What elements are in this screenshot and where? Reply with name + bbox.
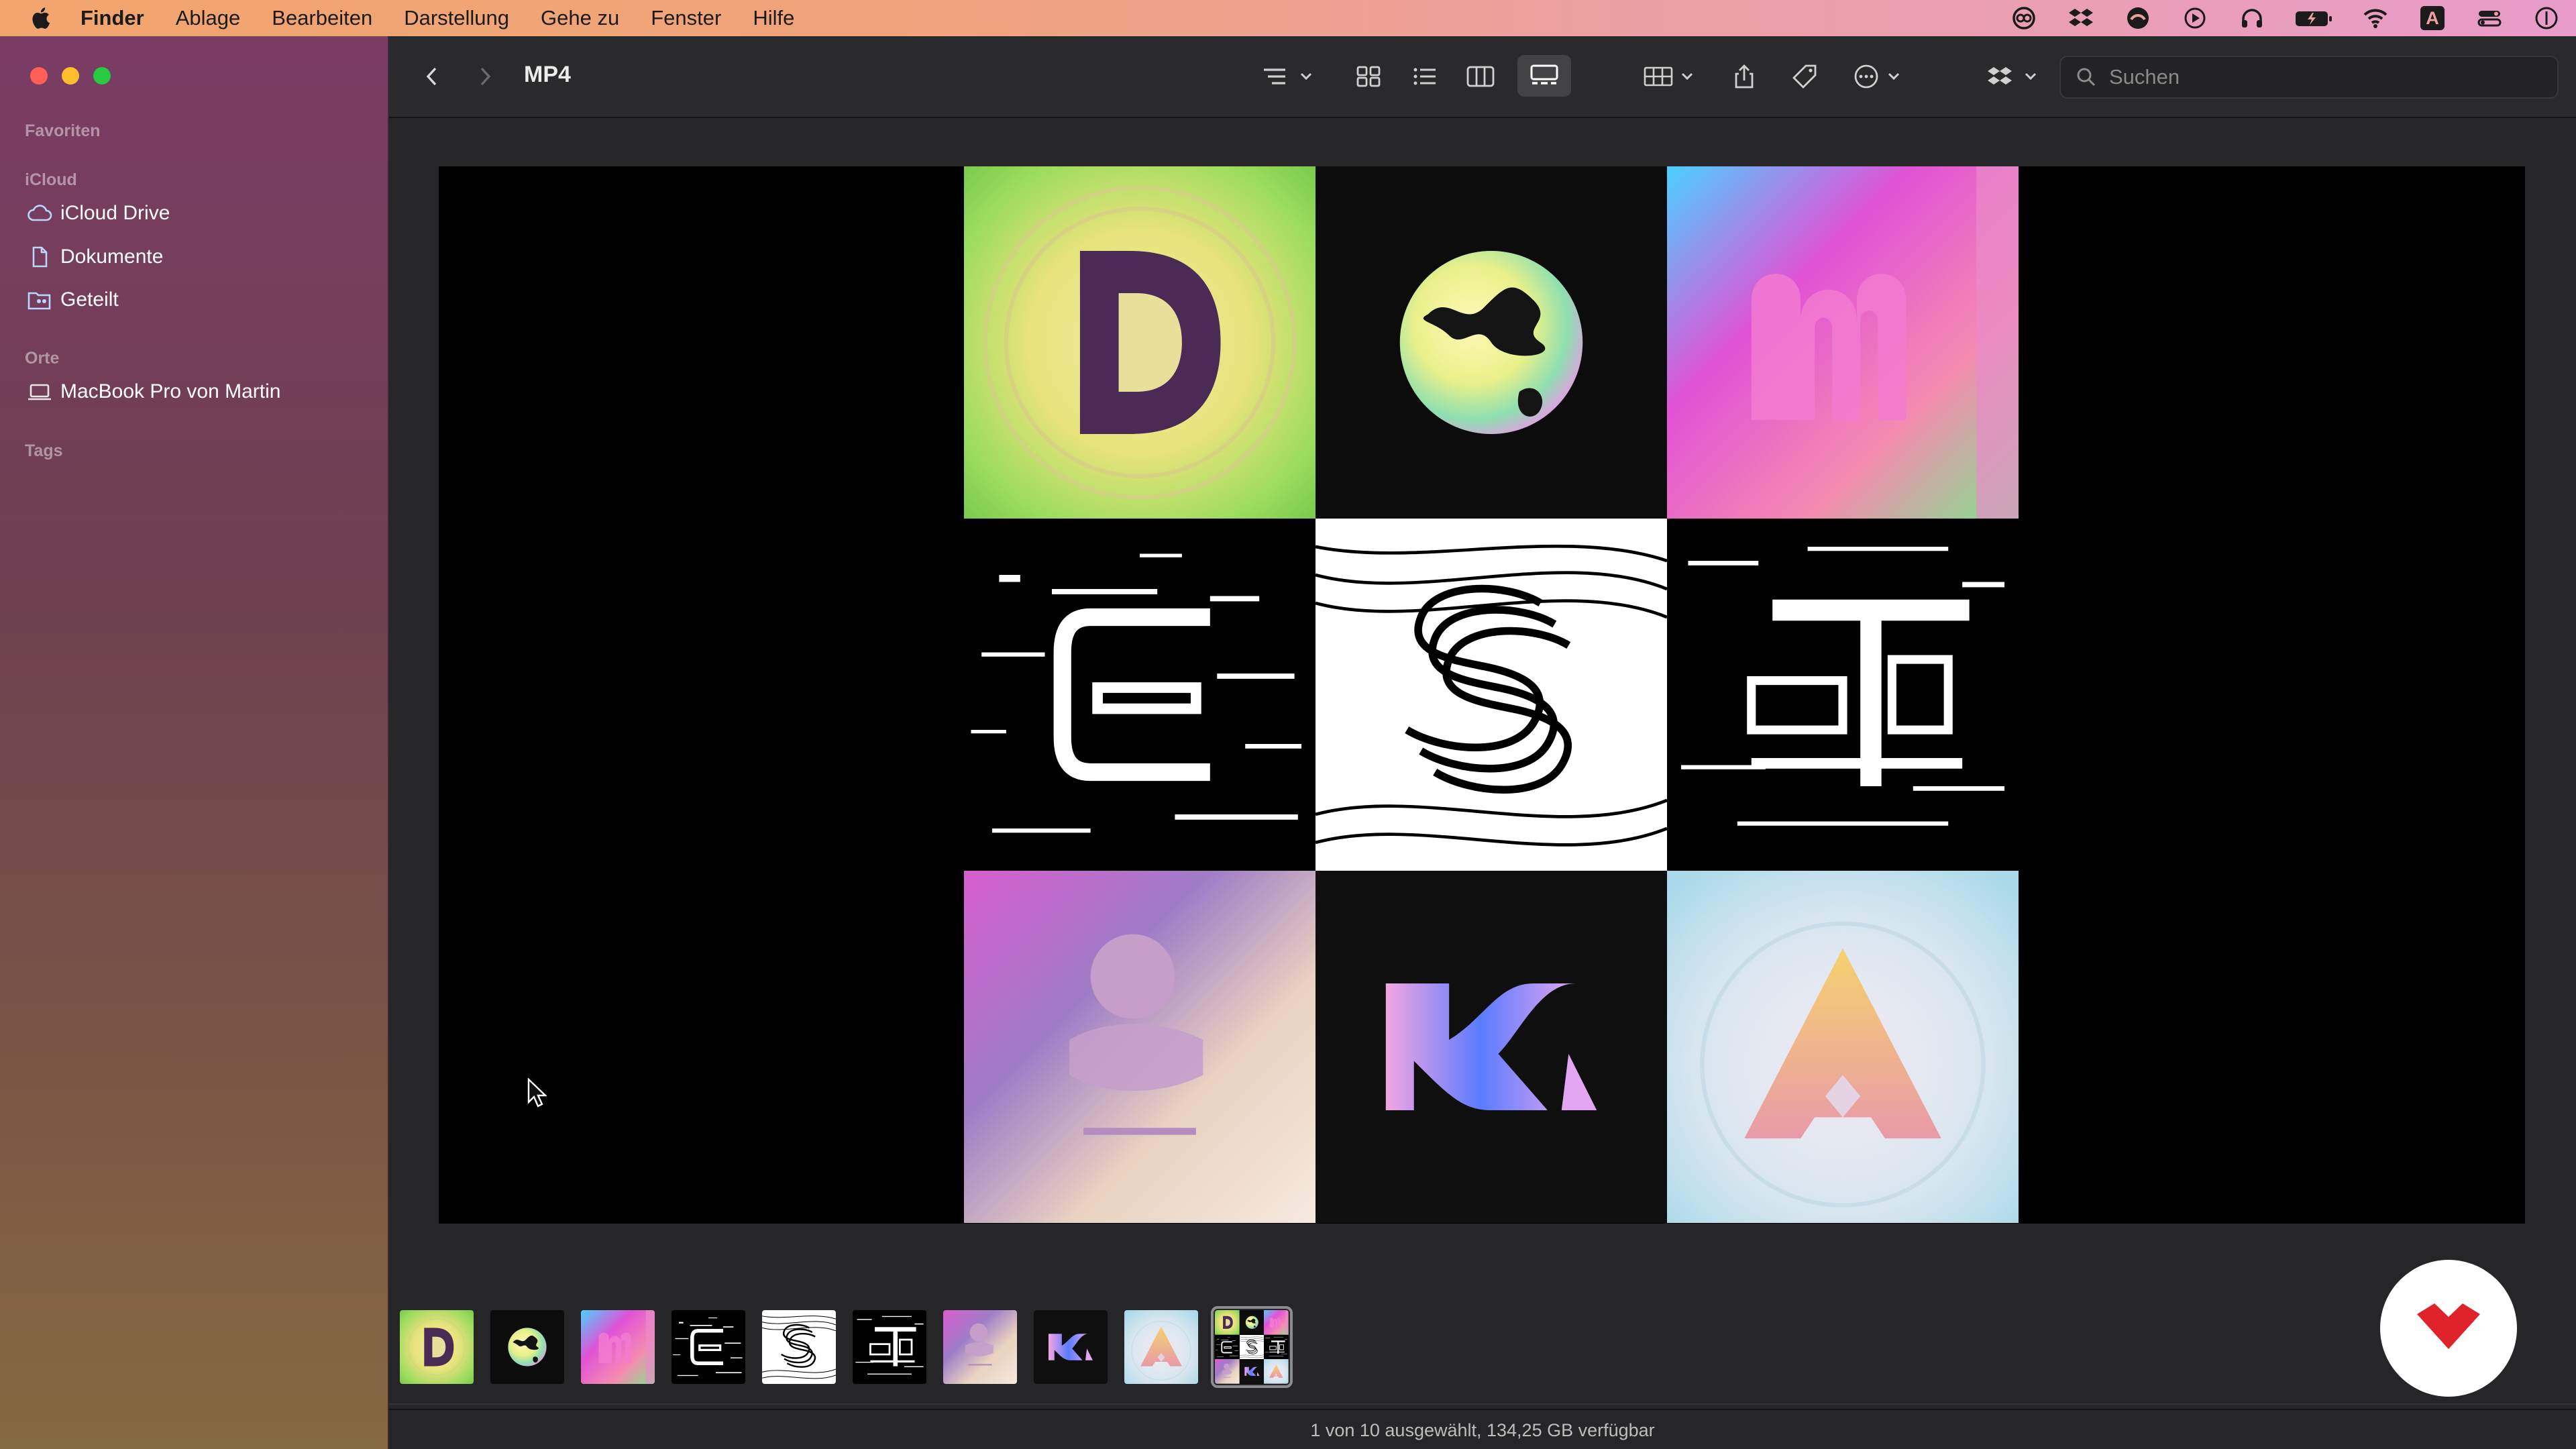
laptop-icon: [28, 384, 51, 400]
siri-icon[interactable]: [2532, 5, 2561, 32]
sidebar-item-label: iCloud Drive: [60, 202, 170, 224]
dropbox-icon: [1988, 67, 2037, 85]
tile-i: [964, 871, 1316, 1223]
shared-folder-icon: [28, 292, 51, 310]
sidebar-heading-icloud[interactable]: iCloud: [25, 170, 77, 190]
list-icon: [1413, 68, 1436, 85]
more-actions-button[interactable]: [1851, 63, 1912, 90]
sidebar-item-label: Geteilt: [60, 288, 119, 311]
thumbnail-S[interactable]: [762, 1310, 836, 1384]
sidebar-item-dokumente[interactable]: Dokumente: [27, 246, 163, 268]
content-area: Macintosh HD›Benutzer›martinnaumann›Drop…: [389, 118, 2576, 1449]
menu-finder[interactable]: Finder: [80, 6, 144, 30]
dropbox-menu-button[interactable]: [1986, 63, 2046, 90]
menu-bearbeiten[interactable]: Bearbeiten: [272, 6, 372, 30]
share-button[interactable]: [1731, 63, 1758, 90]
close-window-button[interactable]: [30, 67, 48, 85]
headphones-icon[interactable]: [2237, 5, 2267, 32]
sidebar-heading-tags[interactable]: Tags: [25, 441, 63, 461]
tile-globe: [1316, 166, 1667, 519]
cloud-icon: [28, 205, 52, 221]
status-area: A: [1982, 0, 2576, 36]
tile-m: [1667, 166, 2019, 519]
thumbnail-A[interactable]: [1124, 1310, 1198, 1384]
thumbnail-strip: [400, 1306, 1305, 1388]
search-input[interactable]: Suchen: [2059, 56, 2559, 99]
finder-window: Favoriten iCloud iCloud Drive Dokumente …: [0, 36, 2576, 1449]
domestika-heart-icon: [2417, 1303, 2480, 1349]
domestika-logo: [2380, 1260, 2517, 1397]
play-icon[interactable]: [2180, 5, 2210, 32]
control-center-icon[interactable]: [2475, 5, 2504, 32]
tile-k: [1316, 871, 1667, 1223]
share-icon: [1735, 64, 1754, 89]
sidebar-heading-orte[interactable]: Orte: [25, 349, 59, 368]
back-button[interactable]: [422, 63, 442, 90]
ellipsis-circle-icon: [1854, 64, 1900, 89]
tag-icon: [1792, 64, 1817, 89]
menu-ablage[interactable]: Ablage: [176, 6, 241, 30]
document-icon: [32, 246, 48, 268]
grid-icon: [1356, 66, 1381, 87]
thumbnail-I[interactable]: [943, 1310, 1017, 1384]
gallery-icon: [1530, 64, 1558, 85]
menu-bar: Finder Ablage Bearbeiten Darstellung Geh…: [0, 0, 2576, 36]
tile-e: [964, 519, 1316, 871]
thumbnail-E[interactable]: [672, 1310, 745, 1384]
status-bar: 1 von 10 ausgewählt, 134,25 GB verfügbar: [389, 1409, 2576, 1449]
chevron-left-icon: [426, 67, 437, 86]
list-view-button[interactable]: [1411, 63, 1438, 90]
tile-a: [1667, 871, 2019, 1223]
window-title: MP4: [524, 62, 571, 87]
column-view-button[interactable]: [1466, 63, 1495, 90]
sidebar-item-geteilt[interactable]: Geteilt: [27, 288, 119, 311]
icon-view-button[interactable]: [1355, 63, 1382, 90]
sidebar-item-label: MacBook Pro von Martin: [60, 380, 281, 402]
thumbnail-D[interactable]: [400, 1310, 474, 1384]
search-icon: [2077, 68, 2096, 87]
tile-t: [1667, 519, 2019, 871]
sidebar-item-macbook[interactable]: MacBook Pro von Martin: [27, 380, 280, 403]
group-grid-icon: [1644, 66, 1693, 87]
tag-button[interactable]: [1791, 63, 1818, 90]
sort-menu-button[interactable]: [1261, 63, 1322, 90]
menu-darstellung[interactable]: Darstellung: [404, 6, 509, 30]
preview-grid: [964, 166, 2019, 1224]
menu-hilfe[interactable]: Hilfe: [753, 6, 794, 30]
thumbnail-M[interactable]: [581, 1310, 655, 1384]
preview-pane[interactable]: [439, 166, 2525, 1224]
menu-fenster[interactable]: Fenster: [651, 6, 721, 30]
list-sort-icon: [1264, 68, 1312, 85]
app-icon[interactable]: [2123, 5, 2153, 32]
gallery-view-button[interactable]: [1517, 55, 1571, 97]
tile-s: [1316, 519, 1667, 871]
sidebar: Favoriten iCloud iCloud Drive Dokumente …: [0, 36, 389, 1449]
search-placeholder: Suchen: [2109, 65, 2180, 89]
apple-icon[interactable]: [0, 6, 80, 30]
sidebar-item-label: Dokumente: [60, 246, 164, 268]
input-letter: A: [2420, 6, 2445, 30]
maximize-window-button[interactable]: [93, 67, 111, 85]
thumbnail-K[interactable]: [1034, 1310, 1108, 1384]
status-text: 1 von 10 ausgewählt, 134,25 GB verfügbar: [1310, 1419, 1655, 1440]
wifi-icon[interactable]: [2361, 5, 2390, 32]
sidebar-item-icloud-drive[interactable]: iCloud Drive: [27, 202, 170, 225]
thumbnail-globe[interactable]: [490, 1310, 564, 1384]
keyboard-input-icon[interactable]: A: [2418, 5, 2447, 32]
group-menu-button[interactable]: [1642, 63, 1703, 90]
thumbnail-T[interactable]: [853, 1310, 926, 1384]
thumbnail-domestika-mp4[interactable]: [1211, 1306, 1293, 1388]
toolbar: MP4 Suchen: [389, 36, 2576, 118]
mouse-cursor-icon: [527, 1078, 547, 1108]
minimize-window-button[interactable]: [62, 67, 79, 85]
forward-button[interactable]: [475, 63, 495, 90]
sidebar-heading-favoriten[interactable]: Favoriten: [25, 121, 101, 141]
menu-gehe-zu[interactable]: Gehe zu: [541, 6, 619, 30]
chevron-right-icon: [480, 67, 491, 86]
creative-cloud-icon[interactable]: [2009, 5, 2039, 32]
battery-icon[interactable]: [2294, 5, 2333, 32]
columns-icon: [1466, 66, 1495, 87]
tile-d: [964, 166, 1316, 519]
dropbox-icon[interactable]: [2066, 5, 2096, 32]
